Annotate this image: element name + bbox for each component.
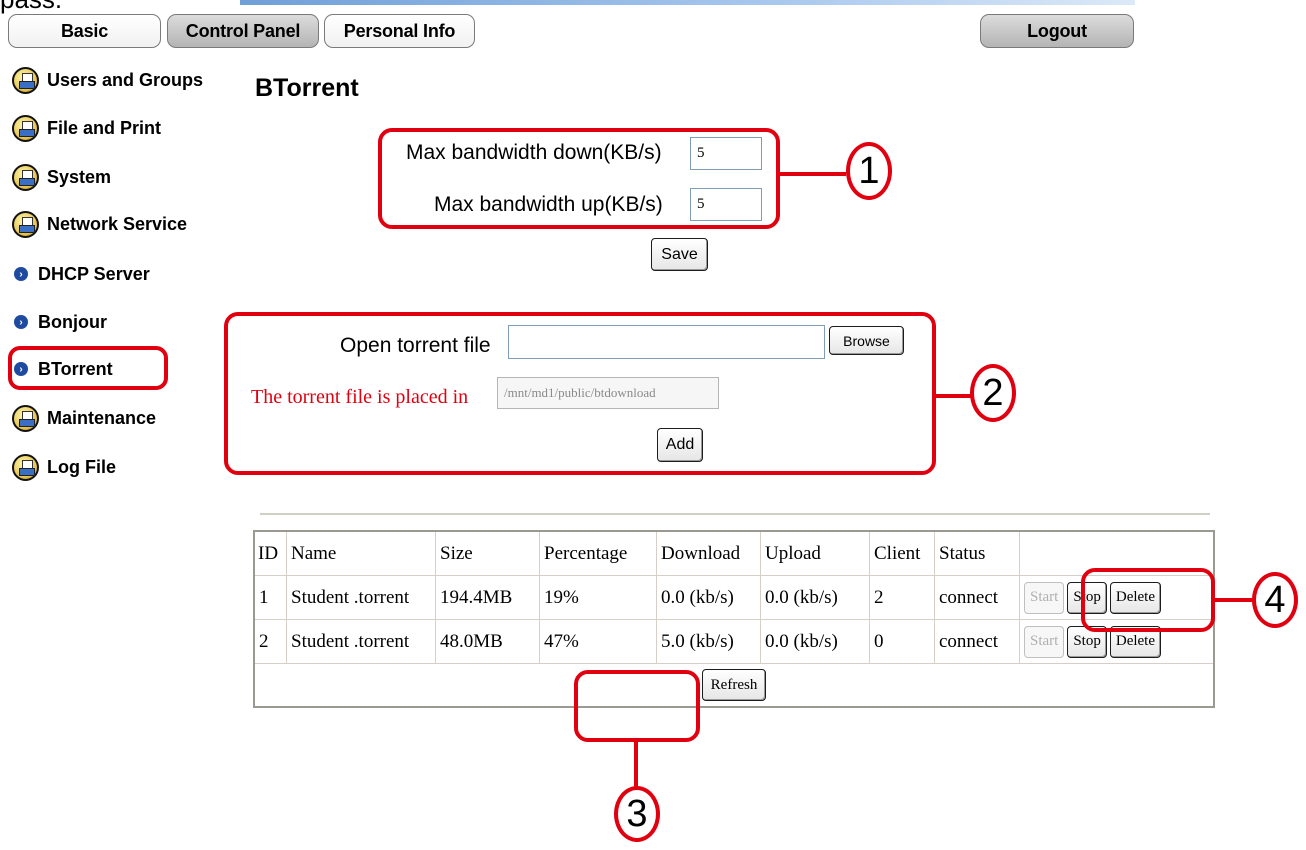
- sidebar-item-label: Log File: [47, 456, 116, 477]
- sidebar-item-system[interactable]: System: [12, 161, 111, 193]
- top-banner-band: [240, 0, 1135, 5]
- header-name: Name: [286, 530, 436, 576]
- callout-box-1: [378, 128, 780, 229]
- cell-id: 1: [253, 575, 287, 620]
- arrow-bullet-icon: ›: [14, 315, 28, 329]
- tab-personal-info[interactable]: Personal Info: [324, 14, 475, 48]
- tab-control-panel[interactable]: Control Panel: [167, 14, 319, 48]
- sidebar-item-label: Users and Groups: [47, 69, 204, 90]
- start-button[interactable]: Start: [1024, 625, 1065, 658]
- cell-id: 2: [253, 619, 287, 664]
- header-percentage: Percentage: [539, 530, 657, 576]
- cell-size: 194.4MB: [435, 575, 540, 620]
- table-footer-row: Refresh: [253, 663, 1215, 708]
- callout-number-1: 1: [846, 142, 892, 200]
- cell-status: connect: [934, 619, 1020, 664]
- callout-number-2: 2: [970, 364, 1016, 422]
- start-button[interactable]: Start: [1024, 581, 1065, 614]
- logout-button[interactable]: Logout: [980, 14, 1134, 48]
- cell-download: 5.0 (kb/s): [656, 619, 761, 664]
- sidebar-item-log-file[interactable]: Log File: [12, 451, 116, 483]
- sidebar-item-file-print[interactable]: File and Print: [12, 112, 161, 144]
- sidebar-item-label: Bonjour: [38, 311, 107, 332]
- folder-globe-icon: [12, 163, 39, 191]
- sidebar-item-label: Maintenance: [47, 407, 157, 428]
- table-row: 2 Student .torrent 48.0MB 47% 5.0 (kb/s)…: [253, 619, 1215, 664]
- header-id: ID: [253, 530, 287, 576]
- top-cut-text: pass.: [0, 0, 62, 15]
- sidebar-item-label: System: [47, 166, 112, 187]
- folder-globe-icon: [12, 210, 39, 238]
- header-size: Size: [435, 530, 540, 576]
- callout-box-4: [1081, 568, 1215, 632]
- cell-status: connect: [934, 575, 1020, 620]
- cell-percentage: 19%: [539, 575, 657, 620]
- callout-line-1: [780, 172, 846, 176]
- highlight-btorrent-nav: [8, 346, 168, 390]
- callout-line-2: [936, 394, 972, 398]
- header-download: Download: [656, 530, 761, 576]
- refresh-cell: Refresh: [253, 663, 1215, 708]
- cell-upload: 0.0 (kb/s): [760, 575, 870, 620]
- callout-box-3: [574, 670, 700, 742]
- sidebar-item-maintenance[interactable]: Maintenance: [12, 402, 156, 434]
- sidebar-item-bonjour[interactable]: › Bonjour: [14, 309, 107, 335]
- folder-globe-icon: [12, 114, 39, 142]
- callout-number-4: 4: [1252, 572, 1298, 628]
- page-title: BTorrent: [255, 74, 359, 102]
- cell-percentage: 47%: [539, 619, 657, 664]
- section-divider: [260, 513, 1210, 515]
- cell-name: Student .torrent: [286, 619, 436, 664]
- cell-client: 0: [869, 619, 935, 664]
- table-row: 1 Student .torrent 194.4MB 19% 0.0 (kb/s…: [253, 575, 1215, 620]
- torrent-table: ID Name Size Percentage Download Upload …: [253, 530, 1215, 708]
- sidebar-item-label: File and Print: [47, 117, 162, 138]
- cell-client: 2: [869, 575, 935, 620]
- header-client: Client: [869, 530, 935, 576]
- tab-basic[interactable]: Basic: [8, 14, 161, 48]
- sidebar-item-network-service[interactable]: Network Service: [12, 208, 187, 240]
- save-button[interactable]: Save: [651, 238, 708, 271]
- sidebar-item-dhcp-server[interactable]: › DHCP Server: [14, 261, 150, 287]
- arrow-bullet-icon: ›: [14, 267, 28, 281]
- sidebar-item-label: Network Service: [47, 213, 188, 234]
- callout-line-3: [634, 742, 638, 788]
- sidebar-item-label: DHCP Server: [38, 263, 150, 284]
- cell-upload: 0.0 (kb/s): [760, 619, 870, 664]
- table-header-row: ID Name Size Percentage Download Upload …: [253, 530, 1215, 576]
- callout-number-3: 3: [614, 786, 660, 842]
- callout-line-4: [1215, 598, 1253, 602]
- cell-name: Student .torrent: [286, 575, 436, 620]
- sidebar-item-users-groups[interactable]: Users and Groups: [12, 64, 203, 96]
- folder-globe-icon: [12, 453, 39, 481]
- cell-size: 48.0MB: [435, 619, 540, 664]
- header-upload: Upload: [760, 530, 870, 576]
- refresh-button[interactable]: Refresh: [701, 669, 767, 701]
- folder-globe-icon: [12, 66, 39, 94]
- cell-download: 0.0 (kb/s): [656, 575, 761, 620]
- callout-box-2: [224, 312, 936, 475]
- header-status: Status: [934, 530, 1020, 576]
- folder-globe-icon: [12, 404, 39, 432]
